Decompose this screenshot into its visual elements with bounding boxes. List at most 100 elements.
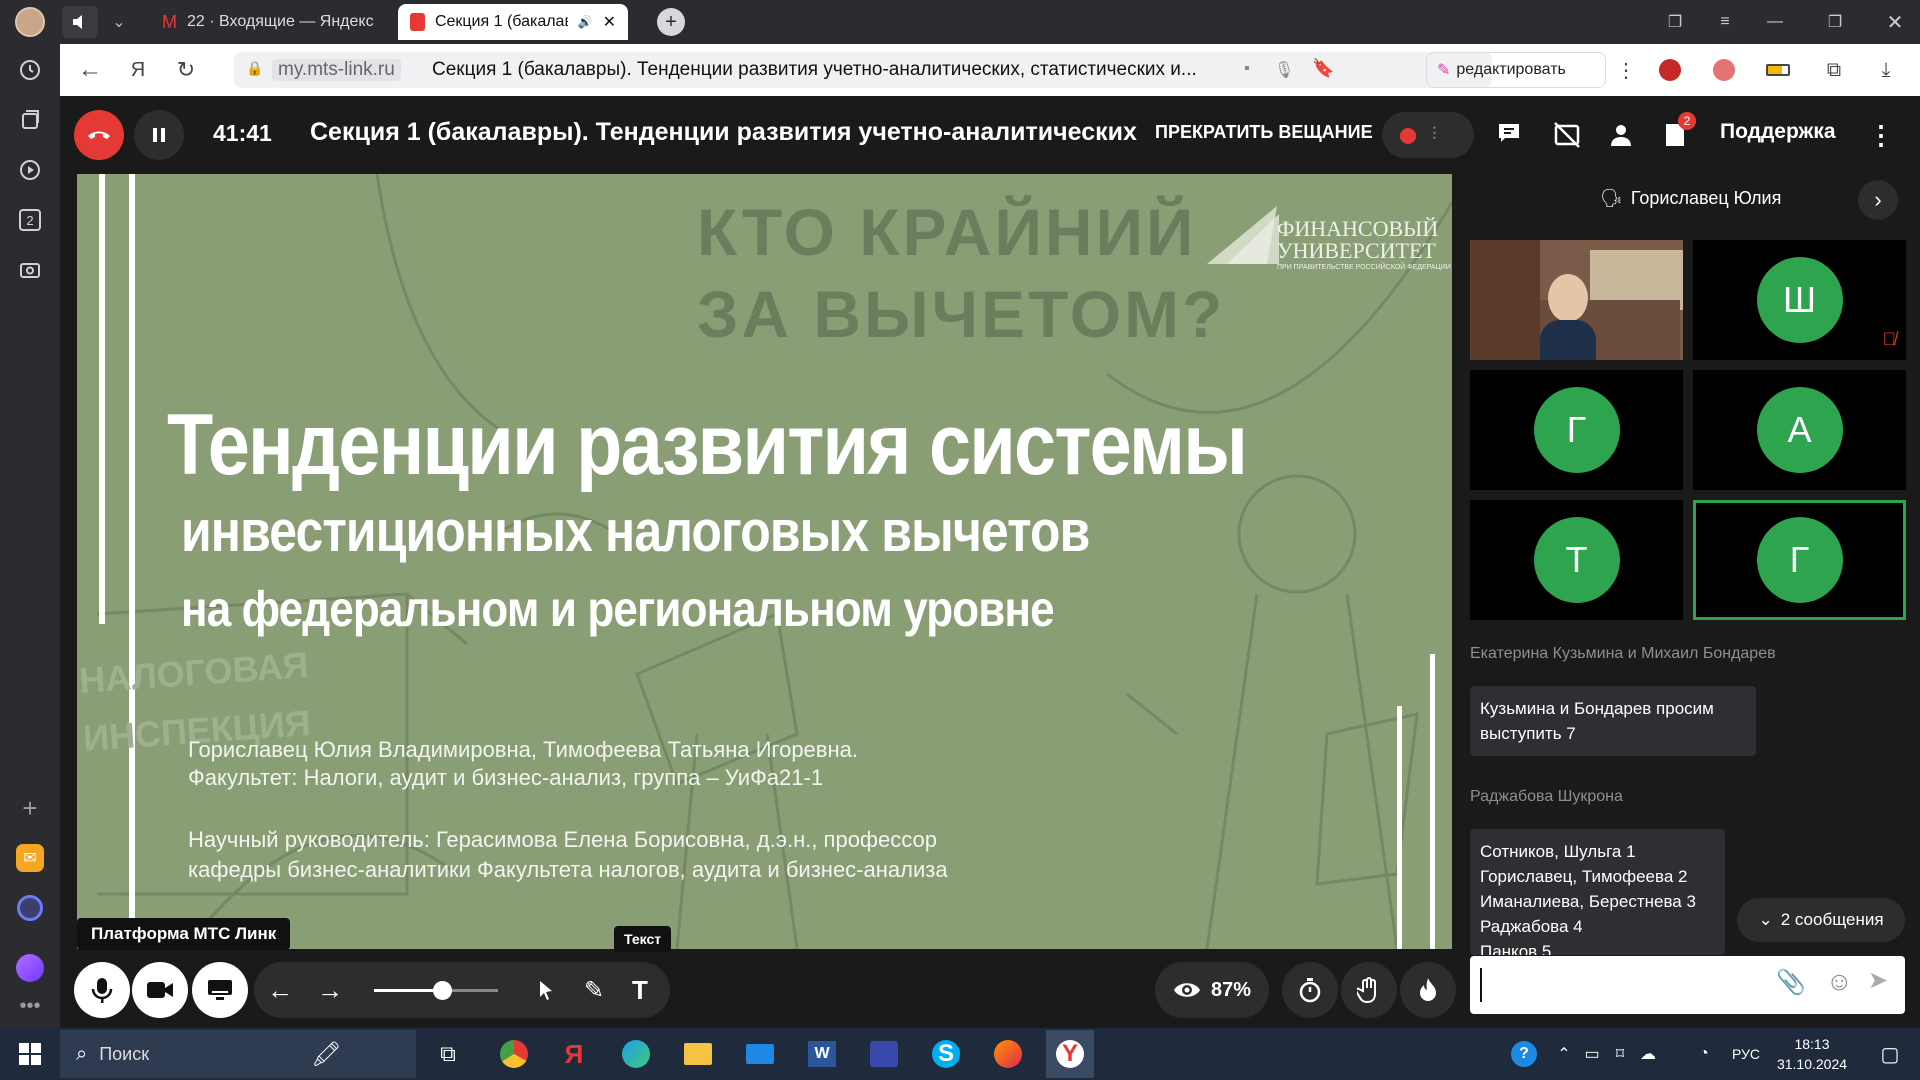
- camera-icon[interactable]: ▪: [1244, 60, 1250, 78]
- viewers-counter[interactable]: 87%: [1155, 962, 1269, 1018]
- minimize-icon[interactable]: —: [1760, 8, 1790, 36]
- word-icon[interactable]: W: [798, 1030, 846, 1078]
- participant-tile[interactable]: Ш 🎙̸: [1693, 240, 1906, 360]
- participant-video-tile[interactable]: [1470, 240, 1683, 360]
- extensions-icon[interactable]: ⧉: [1818, 54, 1850, 86]
- mail-taskbar-icon[interactable]: [736, 1030, 784, 1078]
- mail-app-icon[interactable]: ✉: [14, 842, 46, 874]
- more-menu-icon[interactable]: ⋮: [1610, 54, 1642, 86]
- recording-control[interactable]: ⫶: [1382, 112, 1474, 158]
- slide-caption-2: ЗА ВЫЧЕТОМ?: [697, 277, 1226, 351]
- emoji-icon[interactable]: ☺: [1826, 966, 1853, 997]
- participant-tile[interactable]: Г: [1470, 370, 1683, 490]
- network-tray-icon[interactable]: ☁: [1624, 1030, 1672, 1078]
- hand-icon: [1357, 977, 1376, 1003]
- omnibox[interactable]: 🔒 my.mts-link.ru Секция 1 (бакалавры). Т…: [234, 52, 1492, 88]
- tabs-dropdown-icon[interactable]: ⌄: [104, 8, 134, 36]
- wifi-tray-icon[interactable]: ◔: [1680, 1030, 1728, 1078]
- bookmarks-icon[interactable]: ❐: [1660, 8, 1690, 36]
- mic-button[interactable]: [74, 962, 130, 1018]
- yandex-active-icon[interactable]: Y: [1046, 1030, 1094, 1078]
- bookmark-icon[interactable]: 🔖: [1312, 58, 1334, 79]
- eye-icon: [1173, 983, 1200, 997]
- collapse-panel-button[interactable]: ›: [1858, 180, 1898, 220]
- text-tool-icon[interactable]: T: [622, 972, 658, 1008]
- files-badge: 2: [1678, 112, 1696, 130]
- back-icon[interactable]: ←: [74, 54, 106, 86]
- participant-avatar: Ш: [1756, 257, 1843, 343]
- close-tab-icon[interactable]: ✕: [603, 12, 616, 32]
- participant-tile[interactable]: А: [1693, 370, 1906, 490]
- extension-shield-icon[interactable]: [1654, 54, 1686, 86]
- reload-icon[interactable]: ↻: [170, 54, 202, 86]
- camera-button[interactable]: [132, 962, 188, 1018]
- send-icon[interactable]: ➤: [1868, 966, 1888, 995]
- prev-slide-icon[interactable]: ←: [262, 972, 298, 1008]
- zoom-slider-handle[interactable]: [433, 981, 453, 1000]
- raise-hand-button[interactable]: [1341, 962, 1397, 1018]
- participant-avatar: Г: [1756, 517, 1843, 603]
- start-icon[interactable]: [6, 1030, 54, 1078]
- skype-icon[interactable]: S: [922, 1030, 970, 1078]
- firefox-icon[interactable]: [984, 1030, 1032, 1078]
- collections-icon[interactable]: [14, 104, 46, 136]
- screen-share-button[interactable]: [192, 962, 248, 1018]
- menu-icon[interactable]: ≡: [1710, 8, 1740, 36]
- attach-icon[interactable]: 📎: [1776, 968, 1806, 997]
- chat-message: Кузьмина и Бондарев просим выступить 7: [1470, 686, 1756, 756]
- taskbar-search[interactable]: ⌕ Поиск 🖍: [60, 1030, 416, 1078]
- battery-icon[interactable]: [1762, 54, 1794, 86]
- next-slide-icon[interactable]: →: [312, 972, 348, 1008]
- participant-tile[interactable]: Т: [1470, 500, 1683, 620]
- play-icon[interactable]: [14, 154, 46, 186]
- alice-icon[interactable]: [14, 952, 46, 984]
- participant-tile-active[interactable]: Г: [1693, 500, 1906, 620]
- chrome-icon[interactable]: [490, 1030, 538, 1078]
- participants-icon[interactable]: [1602, 116, 1640, 154]
- reactions-button[interactable]: [1400, 962, 1456, 1018]
- mic-icon[interactable]: 🎙: [1274, 60, 1294, 80]
- counter-2-icon[interactable]: 2: [14, 204, 46, 236]
- yandex-browser-icon[interactable]: Я: [550, 1030, 598, 1078]
- timer-button[interactable]: [1282, 962, 1338, 1018]
- more-icon[interactable]: •••: [14, 990, 46, 1022]
- edge-icon[interactable]: [612, 1030, 660, 1078]
- tab-mts-link[interactable]: Секция 1 (бакалавр 🔊 ✕: [398, 4, 628, 40]
- pause-button[interactable]: [134, 110, 184, 160]
- pointer-tool-icon[interactable]: [528, 972, 564, 1008]
- yandex-icon[interactable]: Я: [122, 54, 154, 86]
- edit-icon: ✎: [1437, 62, 1451, 79]
- new-tab-button[interactable]: +: [657, 8, 685, 36]
- notifications-icon[interactable]: ▢: [1866, 1030, 1914, 1078]
- file-explorer-icon[interactable]: [674, 1030, 722, 1078]
- profile-avatar[interactable]: [14, 6, 46, 38]
- task-view-icon[interactable]: ⧉: [424, 1030, 472, 1078]
- files-icon[interactable]: 2: [1656, 112, 1696, 154]
- end-call-button[interactable]: [74, 110, 124, 160]
- edit-button[interactable]: ✎ редактировать: [1426, 52, 1606, 88]
- chat-author: Екатерина Кузьмина и Михаил Бондарев: [1470, 645, 1776, 662]
- screenshot-icon[interactable]: [14, 254, 46, 286]
- hide-video-icon[interactable]: [1548, 116, 1586, 154]
- zoom-slider[interactable]: [374, 981, 498, 1000]
- pen-tool-icon[interactable]: ✎: [576, 972, 612, 1008]
- language-indicator[interactable]: РУС: [1732, 1046, 1760, 1062]
- messenger-icon[interactable]: [14, 892, 46, 924]
- slide-left-line: [129, 174, 135, 949]
- clock[interactable]: 18:13 31.10.2024: [1772, 1034, 1852, 1074]
- chat-input[interactable]: [1480, 968, 1770, 1002]
- download-icon[interactable]: ⤓: [1870, 54, 1902, 86]
- tab-mail[interactable]: M 22 · Входящие — Яндекс П: [150, 4, 390, 40]
- speaker-icon[interactable]: [62, 6, 98, 38]
- extension-avatar-icon[interactable]: [1708, 54, 1740, 86]
- chat-icon[interactable]: [1492, 116, 1530, 154]
- add-icon[interactable]: +: [14, 792, 46, 824]
- more-options-icon[interactable]: ⋮: [1866, 116, 1896, 154]
- new-messages-button[interactable]: ⌄ 2 сообщения: [1737, 898, 1905, 942]
- app-icon[interactable]: [860, 1030, 908, 1078]
- close-window-icon[interactable]: ✕: [1880, 8, 1910, 36]
- maximize-icon[interactable]: ❐: [1820, 8, 1850, 36]
- stop-broadcast-button[interactable]: ПРЕКРАТИТЬ ВЕЩАНИЕ: [1155, 122, 1373, 143]
- support-button[interactable]: Поддержка: [1720, 120, 1836, 144]
- history-icon[interactable]: [14, 54, 46, 86]
